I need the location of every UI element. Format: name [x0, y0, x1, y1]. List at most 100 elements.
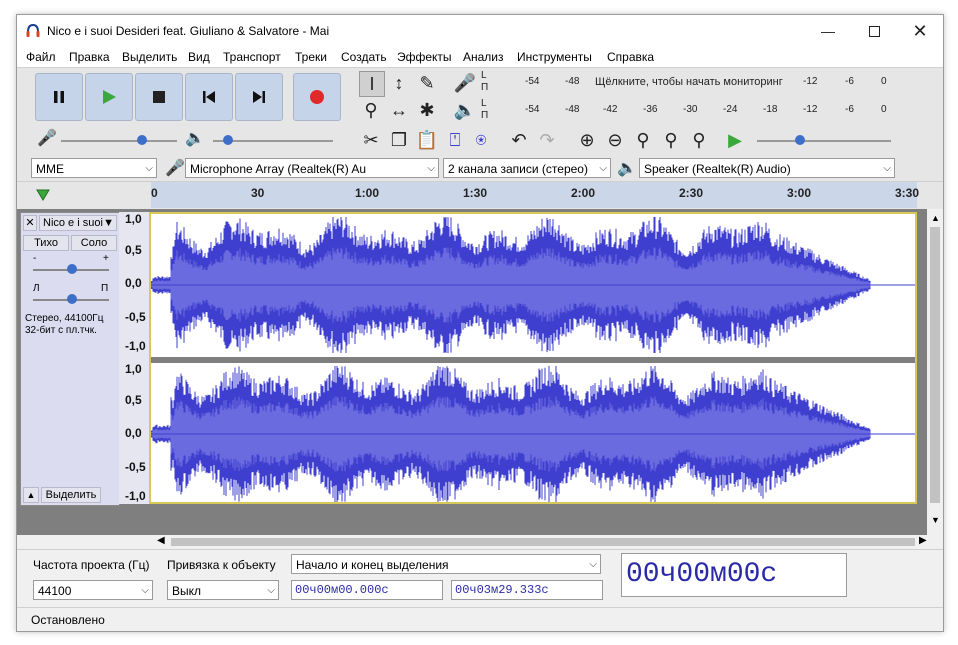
redo-button[interactable]: ↷ [535, 128, 559, 152]
track-menu-button[interactable]: Nico e i suoi ▼ [39, 215, 117, 231]
vertical-scrollbar[interactable]: ▲ ▼ [927, 209, 943, 535]
channels-select[interactable]: 2 канала записи (стерео) ⌵ [443, 158, 611, 178]
selection-end-time[interactable]: 00ч03м29.333с [451, 580, 603, 600]
play-at-speed-button[interactable]: ▶ [723, 128, 747, 152]
multi-tool[interactable]: ✱ [415, 98, 439, 122]
pan-thumb[interactable] [67, 294, 77, 304]
scale-label: 0,5 [125, 243, 142, 257]
menu-tracks[interactable]: Треки [295, 50, 327, 64]
zoom-in-button[interactable]: ⊕ [575, 128, 599, 152]
menu-transport[interactable]: Транспорт [223, 50, 281, 64]
menu-generate[interactable]: Создать [341, 50, 387, 64]
input-device-select[interactable]: Microphone Array (Realtek(R) Au ⌵ [185, 158, 439, 178]
silence-button[interactable]: ⍟ [469, 128, 493, 152]
speaker-icon: 🔈 [617, 160, 637, 177]
gain-thumb[interactable] [67, 264, 77, 274]
input-device-value: Microphone Array (Realtek(R) Au [190, 162, 367, 176]
menu-analyze[interactable]: Анализ [463, 50, 504, 64]
collapse-button[interactable]: ▲ [23, 487, 39, 503]
audacity-icon [26, 23, 40, 37]
horizontal-scrollbar[interactable]: ◀ ▶ [17, 535, 943, 549]
scale-label: -1,0 [125, 339, 146, 353]
play-button[interactable] [85, 73, 133, 121]
time-ruler[interactable]: 0 30 1:00 1:30 2:00 2:30 3:00 3:30 [151, 182, 919, 208]
menu-view[interactable]: Вид [188, 50, 210, 64]
ibeam-icon: I [369, 73, 375, 94]
menu-file[interactable]: Файл [26, 50, 56, 64]
draw-tool[interactable]: ✎ [415, 71, 439, 95]
ruler-label: 2:30 [679, 186, 704, 200]
record-button[interactable] [293, 73, 341, 121]
playback-volume-thumb[interactable] [223, 135, 233, 145]
play-meter-button[interactable]: 🔈 [453, 98, 477, 122]
menu-tools[interactable]: Инструменты [517, 50, 592, 64]
solo-button[interactable]: Соло [71, 235, 117, 251]
horizontal-scroll-thumb[interactable] [171, 538, 915, 546]
menu-effects[interactable]: Эффекты [397, 50, 452, 64]
play-scale-tick: -18 [763, 104, 778, 115]
fit-project-button[interactable]: ⚲ [659, 128, 683, 152]
scale-label: 0,0 [125, 426, 142, 440]
project-rate-select[interactable]: 44100 ⌵ [33, 580, 153, 600]
zoom-tool[interactable]: ⚲ [359, 98, 383, 122]
paste-button[interactable]: 📋 [415, 128, 439, 152]
copy-button[interactable]: ❐ [387, 128, 411, 152]
fit-selection-icon: ⚲ [636, 129, 650, 150]
play-scale-tick: -42 [603, 104, 618, 115]
undo-button[interactable]: ↶ [507, 128, 531, 152]
speaker-volume-icon: 🔈 [185, 130, 205, 147]
record-volume-thumb[interactable] [137, 135, 147, 145]
track-area: ✕ Nico e i suoi ▼ Тихо Соло - + Л П Стере… [17, 209, 943, 535]
track-close-button[interactable]: ✕ [23, 215, 37, 231]
select-track-button[interactable]: Выделить [41, 487, 101, 503]
record-meter-button[interactable]: 🎤 [453, 71, 477, 95]
scale-label: -1,0 [125, 489, 146, 503]
play-icon: ▶ [728, 129, 742, 150]
envelope-tool[interactable]: ↕ [387, 71, 411, 95]
scroll-right-icon[interactable]: ▶ [919, 535, 927, 546]
pin-playhead-icon[interactable] [35, 187, 51, 203]
monitor-hint[interactable]: Щёлкните, чтобы начать мониторинг [595, 76, 783, 88]
vertical-scroll-thumb[interactable] [930, 227, 940, 503]
stop-button[interactable] [135, 73, 183, 121]
selection-mode-value: Начало и конец выделения [296, 558, 449, 572]
play-speed-slider[interactable] [757, 140, 891, 142]
play-scale-tick: -12 [803, 104, 818, 115]
selection-tool[interactable]: I [359, 71, 385, 97]
zoom-toggle-button[interactable]: ⚲ [687, 128, 711, 152]
channel-separator [151, 357, 915, 363]
skip-to-end-button[interactable] [235, 73, 283, 121]
menu-help[interactable]: Справка [607, 50, 654, 64]
snap-select[interactable]: Выкл ⌵ [167, 580, 279, 600]
fit-selection-button[interactable]: ⚲ [631, 128, 655, 152]
output-device-select[interactable]: Speaker (Realtek(R) Audio) ⌵ [639, 158, 895, 178]
trim-button[interactable]: ⍞ [443, 128, 467, 152]
mute-button[interactable]: Тихо [23, 235, 69, 251]
waveform-area[interactable] [149, 212, 917, 504]
clipboard-icon: 📋 [415, 129, 439, 150]
scroll-down-icon[interactable]: ▼ [931, 515, 940, 525]
snap-label: Привязка к объекту [167, 558, 276, 572]
trim-icon: ⍞ [449, 129, 461, 150]
menu-edit[interactable]: Правка [69, 50, 110, 64]
minimize-button[interactable]: — [805, 15, 851, 47]
selection-start-time[interactable]: 00ч00м00.000с [291, 580, 443, 600]
menu-select[interactable]: Выделить [122, 50, 177, 64]
ruler-label: 2:00 [571, 186, 596, 200]
skip-to-start-button[interactable] [185, 73, 233, 121]
host-select[interactable]: MME ⌵ [31, 158, 157, 178]
scroll-left-icon[interactable]: ◀ [157, 535, 165, 546]
envelope-icon: ↕ [394, 72, 404, 93]
play-scale-tick: -30 [683, 104, 698, 115]
audio-position-time[interactable]: 00ч00м00с [621, 553, 847, 597]
cut-button[interactable]: ✂ [359, 128, 383, 152]
play-speed-thumb[interactable] [795, 135, 805, 145]
record-volume-slider[interactable] [61, 140, 177, 142]
selection-mode-select[interactable]: Начало и конец выделения ⌵ [291, 554, 601, 574]
maximize-button[interactable] [851, 15, 897, 47]
zoom-out-button[interactable]: ⊖ [603, 128, 627, 152]
close-button[interactable]: ✕ [897, 15, 943, 47]
time-shift-tool[interactable]: ↔ [387, 98, 411, 122]
pause-button[interactable] [35, 73, 83, 121]
scroll-up-icon[interactable]: ▲ [931, 213, 940, 223]
